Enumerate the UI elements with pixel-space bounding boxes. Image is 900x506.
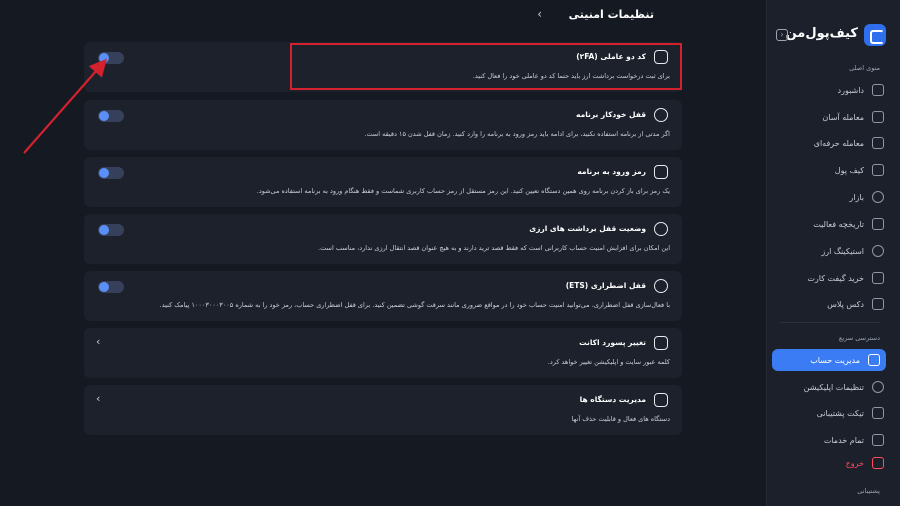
back-chevron-icon[interactable]: ‹ (537, 7, 542, 21)
main-menu-title: منوی اصلی (849, 64, 880, 72)
device-icon (654, 393, 668, 407)
sidebar-item-all-services[interactable]: تمام خدمات (774, 430, 884, 450)
sidebar-item-account-management[interactable]: مدیریت حساب (772, 349, 886, 371)
sidebar-item-label: معامله آسان (822, 112, 864, 122)
sidebar-item-dex-plus[interactable]: دکس پلاس (774, 294, 884, 314)
brand: کیف‌پول‌من › (776, 24, 886, 46)
sidebar-item-market[interactable]: بازار (774, 187, 884, 207)
grid-icon (654, 50, 668, 64)
sidebar-item-support-ticket[interactable]: تیکت پشتیبانی (774, 403, 884, 423)
password-icon (654, 336, 668, 350)
card-description: برای ثبت درخواست برداشت ارز باید حتما کد… (472, 72, 670, 80)
security-card-app-password: رمز ورود به برنامه یک رمز برای باز کردن … (84, 157, 682, 207)
app-settings-icon (872, 381, 884, 393)
card-description: این امکان برای افزایش امنیت حساب کاربران… (318, 244, 670, 252)
sidebar-item-app-settings[interactable]: تنظیمات اپلیکیشن (774, 377, 884, 397)
card-description: کلمه عبور سایت و اپلیکیشن تغییر خواهد کر… (547, 358, 670, 366)
chevron-left-icon: ‹ (96, 335, 101, 348)
security-card-withdrawal-lock: وضعیت قفل برداشت های ارزی این امکان برای… (84, 214, 682, 264)
page-header: ‹ تنظیمات امنیتی (0, 0, 766, 30)
staking-icon (872, 245, 884, 257)
card-title: کد دو عاملی (۲FA) (576, 52, 646, 61)
emergency-lock-toggle[interactable] (98, 281, 124, 293)
sidebar-item-label: معامله حرفه‌ای (813, 138, 864, 148)
sidebar-item-label: تنظیمات اپلیکیشن (803, 382, 864, 392)
sidebar-item-label: خرید گیفت کارت (807, 273, 864, 283)
lock-icon (654, 108, 668, 122)
card-title: قفل خودکار برنامه (576, 110, 646, 119)
sidebar-item-staking[interactable]: استیکینگ ارز (774, 241, 884, 261)
logout-button[interactable]: خروج (774, 453, 884, 473)
brand-logo-icon (864, 24, 886, 46)
security-card-device-management[interactable]: ‹ مدیریت دستگاه ها دستگاه های فعال و قاب… (84, 385, 682, 435)
history-icon (872, 218, 884, 230)
auto-lock-toggle[interactable] (98, 110, 124, 122)
lock-icon (654, 222, 668, 236)
ticket-icon (872, 407, 884, 419)
sidebar-item-easy-trade[interactable]: معامله آسان (774, 107, 884, 127)
card-description: دستگاه های فعال و قابلیت حذف آنها (571, 415, 670, 423)
pro-trade-icon (872, 137, 884, 149)
logout-label: خروج (845, 458, 864, 468)
card-title: قفل اضطراری (ETS) (565, 281, 646, 290)
sidebar-item-label: تمام خدمات (823, 435, 864, 445)
sidebar-item-label: کیف پول (834, 165, 864, 175)
page-title: تنظیمات امنیتی (568, 8, 654, 21)
card-description: اگر مدتی از برنامه استفاده نکنید، برای ا… (364, 130, 670, 138)
card-title: تغییر پسورد اکانت (579, 338, 646, 347)
support-title: پشتیبانی (857, 487, 880, 495)
exchange-icon (872, 111, 884, 123)
sidebar-item-label: داشبورد (837, 85, 864, 95)
card-description: با فعال‌سازی قفل اضطراری، می‌توانید امنی… (159, 301, 670, 309)
key-icon (654, 165, 668, 179)
account-icon (868, 354, 880, 366)
withdrawal-lock-toggle[interactable] (98, 224, 124, 236)
market-icon (872, 191, 884, 203)
sidebar-item-history[interactable]: تاریخچه فعالیت (774, 214, 884, 234)
two-factor-toggle[interactable] (98, 52, 124, 64)
sidebar-item-label: مدیریت حساب (810, 355, 860, 365)
security-card-emergency-lock: قفل اضطراری (ETS) با فعال‌سازی قفل اضطرا… (84, 271, 682, 321)
sidebar-item-gift-card[interactable]: خرید گیفت کارت (774, 268, 884, 288)
security-card-auto-lock: قفل خودکار برنامه اگر مدتی از برنامه است… (84, 100, 682, 150)
dashboard-icon (872, 84, 884, 96)
chevron-left-icon: ‹ (96, 392, 101, 405)
sidebar-item-label: تیکت پشتیبانی (816, 408, 864, 418)
card-title: وضعیت قفل برداشت های ارزی (529, 224, 646, 233)
sidebar-item-pro-trade[interactable]: معامله حرفه‌ای (774, 133, 884, 153)
divider (780, 322, 880, 323)
quick-access-title: دسترسی سریع (838, 334, 880, 342)
services-icon (872, 434, 884, 446)
logout-icon (872, 457, 884, 469)
sidebar: کیف‌پول‌من › منوی اصلی داشبورد معامله آس… (766, 0, 900, 506)
gift-card-icon (872, 272, 884, 284)
app-password-toggle[interactable] (98, 167, 124, 179)
card-title: رمز ورود به برنامه (577, 167, 646, 176)
sidebar-item-label: استیکینگ ارز (821, 246, 864, 256)
wallet-icon (872, 164, 884, 176)
sidebar-item-label: دکس پلاس (827, 299, 864, 309)
collapse-sidebar-icon[interactable]: › (776, 29, 788, 41)
security-card-2fa: کد دو عاملی (۲FA) برای ثبت درخواست برداش… (84, 42, 682, 92)
brand-name: کیف‌پول‌من (785, 26, 858, 41)
dex-icon (872, 298, 884, 310)
sidebar-item-label: بازار (849, 192, 864, 202)
sidebar-item-dashboard[interactable]: داشبورد (774, 80, 884, 100)
card-title: مدیریت دستگاه ها (579, 395, 646, 404)
sidebar-item-wallet[interactable]: کیف پول (774, 160, 884, 180)
card-description: یک رمز برای باز کردن برنامه روی همین دست… (256, 187, 670, 195)
security-card-change-password[interactable]: ‹ تغییر پسورد اکانت کلمه عبور سایت و اپل… (84, 328, 682, 378)
sidebar-item-label: تاریخچه فعالیت (813, 219, 864, 229)
lock-icon (654, 279, 668, 293)
